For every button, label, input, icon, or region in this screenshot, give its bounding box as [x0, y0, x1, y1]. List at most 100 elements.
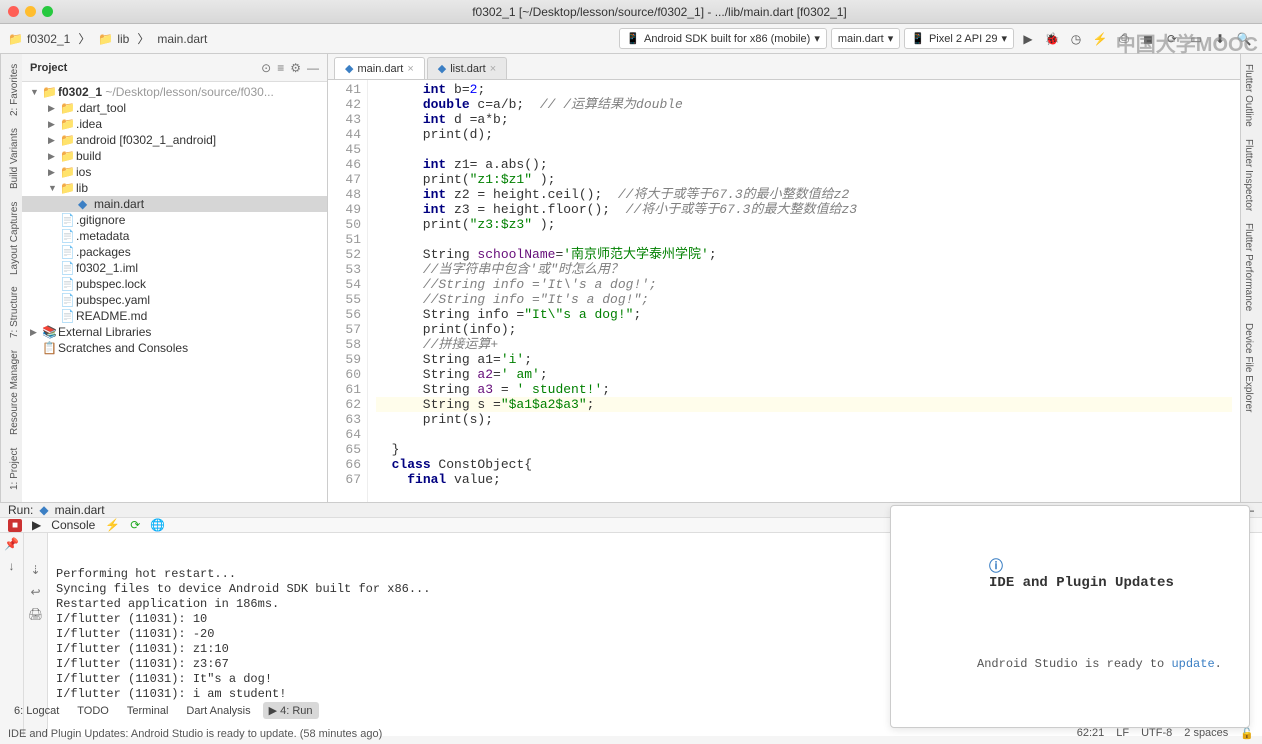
attach-button[interactable]: ⎙	[1114, 29, 1134, 49]
phone-icon: 📱	[626, 32, 640, 45]
breadcrumb-project: f0302_1	[27, 32, 70, 46]
update-notification: ⓘ IDE and Plugin Updates Android Studio …	[890, 505, 1250, 728]
wrap-icon[interactable]: ↩	[30, 585, 40, 599]
attach-icon[interactable]: 📌	[4, 537, 19, 551]
chevron-down-icon: ▾	[888, 32, 894, 45]
minimize-window-button[interactable]	[25, 6, 36, 17]
reload-icon[interactable]: ⟳	[130, 518, 140, 532]
stop-icon[interactable]: ■	[8, 519, 22, 532]
window-controls	[8, 6, 53, 17]
left-strip-layout[interactable]: Layout Captures	[1, 195, 22, 280]
tree-item[interactable]: ▶📁ios	[22, 164, 327, 180]
flash-icon[interactable]: ⚡	[105, 518, 120, 532]
tree-item[interactable]: 📄.gitignore	[22, 212, 327, 228]
notification-body: Android Studio is ready to update.	[905, 642, 1235, 687]
locate-icon[interactable]: ⊙	[261, 61, 271, 75]
project-panel-toolbar: ⊙ ≡ ⚙ —	[261, 61, 319, 75]
gear-icon[interactable]: ⚙	[290, 61, 301, 75]
project-tree[interactable]: ▼📁f0302_1 ~/Desktop/lesson/source/f030..…	[22, 82, 327, 358]
run-body: 📌 ↓ ⇣ ↩ 🖨 Performing hot restart...Synci…	[0, 533, 1262, 736]
project-panel-title[interactable]: Project	[30, 62, 67, 74]
nav-bar: 📁 f0302_1 〉 📁 lib 〉 main.dart 📱 Android …	[0, 24, 1262, 54]
breadcrumb-folder: lib	[117, 32, 129, 46]
left-strip-build[interactable]: Build Variants	[1, 122, 22, 195]
right-strip-performance[interactable]: Flutter Performance	[1241, 217, 1262, 317]
open-devtools-icon[interactable]: 🌐	[150, 518, 165, 532]
left-strip-resource[interactable]: Resource Manager	[1, 344, 22, 441]
device-selector[interactable]: 📱 Android SDK built for x86 (mobile) ▾	[619, 28, 827, 49]
tree-item[interactable]: 📄.packages	[22, 244, 327, 260]
left-strip-favorites[interactable]: 2: Favorites	[1, 58, 22, 122]
sync-button[interactable]: ⟳	[1162, 29, 1182, 49]
search-icon[interactable]: 🔍	[1234, 29, 1254, 49]
run-button[interactable]: ▶	[1018, 29, 1038, 49]
run-config-selector[interactable]: main.dart ▾	[831, 28, 900, 49]
project-icon: 📁	[8, 32, 23, 46]
run-label: Run:	[8, 503, 33, 517]
tree-item[interactable]: 📄pubspec.lock	[22, 276, 327, 292]
right-strip-outline[interactable]: Flutter Outline	[1241, 58, 1262, 133]
console-tab[interactable]: Console	[51, 518, 95, 532]
debug-button[interactable]: 🐞	[1042, 29, 1062, 49]
left-strip-project[interactable]: 1: Project	[1, 441, 22, 495]
folder-icon: 📁	[98, 32, 113, 46]
titlebar: f0302_1 [~/Desktop/lesson/source/f0302_1…	[0, 0, 1262, 24]
tree-root[interactable]: ▼📁f0302_1 ~/Desktop/lesson/source/f030..…	[22, 84, 327, 100]
tree-item[interactable]: 📄f0302_1.iml	[22, 260, 327, 276]
right-strip-inspector[interactable]: Flutter Inspector	[1241, 133, 1262, 217]
chevron-right-icon: 〉	[78, 30, 90, 47]
chevron-down-icon: ▾	[814, 32, 820, 45]
tree-item[interactable]: ▶📁.idea	[22, 116, 327, 132]
hide-icon[interactable]: —	[307, 61, 319, 75]
info-icon: ⓘ	[989, 560, 1003, 576]
dart-icon: ◆	[39, 503, 48, 517]
update-link[interactable]: update	[1171, 657, 1214, 671]
avd-button[interactable]: ▭	[1186, 29, 1206, 49]
main-area: 1: Project Resource Manager 7: Structure…	[0, 54, 1262, 502]
code-area[interactable]: 4142434445464748495051525354555657585960…	[328, 80, 1240, 502]
left-strip-structure[interactable]: 7: Structure	[1, 281, 22, 345]
chevron-down-icon: ▾	[1001, 32, 1007, 45]
tree-item[interactable]: 📄.metadata	[22, 228, 327, 244]
sdk-button[interactable]: ⬇	[1210, 29, 1230, 49]
tree-item[interactable]: ▼📁lib	[22, 180, 327, 196]
notification-title: ⓘ IDE and Plugin Updates	[905, 546, 1235, 606]
close-icon[interactable]: ×	[490, 63, 496, 75]
close-window-button[interactable]	[8, 6, 19, 17]
tree-item[interactable]: ▶📁build	[22, 148, 327, 164]
stop-button[interactable]: ◼	[1138, 29, 1158, 49]
window-title: f0302_1 [~/Desktop/lesson/source/f0302_1…	[65, 5, 1254, 19]
rerun-icon[interactable]: ▶	[32, 518, 41, 532]
maximize-window-button[interactable]	[42, 6, 53, 17]
right-strip-device-explorer[interactable]: Device File Explorer	[1241, 317, 1262, 418]
chevron-right-icon: 〉	[137, 30, 149, 47]
emulator-selector[interactable]: 📱 Pixel 2 API 29 ▾	[904, 28, 1014, 49]
editor-tabs: ◆main.dart×◆list.dart×	[328, 54, 1240, 80]
expand-icon[interactable]: ≡	[277, 61, 284, 75]
code-content[interactable]: int b=2; double c=a/b; // /运算结果为double i…	[368, 80, 1240, 502]
hot-reload-button[interactable]: ⚡	[1090, 29, 1110, 49]
tree-item[interactable]: 📄pubspec.yaml	[22, 292, 327, 308]
line-gutter: 4142434445464748495051525354555657585960…	[328, 80, 368, 502]
tree-item[interactable]: ▶📁.dart_tool	[22, 100, 327, 116]
editor-area: ◆main.dart×◆list.dart× 41424344454647484…	[328, 54, 1240, 502]
console-output[interactable]: Performing hot restart...Syncing files t…	[48, 533, 1262, 736]
tree-item[interactable]: ◆main.dart	[22, 196, 327, 212]
tree-item[interactable]: 📋Scratches and Consoles	[22, 340, 327, 356]
editor-tab[interactable]: ◆main.dart×	[334, 57, 425, 79]
run-panel: Run: ◆ main.dart ⚙ — ■ ▶ Console ⚡ ⟳ 🌐 📌…	[0, 502, 1262, 698]
breadcrumb[interactable]: 📁 f0302_1 〉 📁 lib 〉 main.dart	[8, 30, 207, 47]
scroll-icon[interactable]: ⇣	[30, 563, 40, 577]
tree-item[interactable]: ▶📚External Libraries	[22, 324, 327, 340]
tree-item[interactable]: ▶📁android [f0302_1_android]	[22, 132, 327, 148]
profile-button[interactable]: ◷	[1066, 29, 1086, 49]
project-panel: Project ⊙ ≡ ⚙ — ▼📁f0302_1 ~/Desktop/less…	[22, 54, 328, 502]
close-icon[interactable]: ×	[407, 63, 413, 75]
print-icon[interactable]: 🖨	[28, 607, 43, 621]
toolbar-right: 📱 Android SDK built for x86 (mobile) ▾ m…	[619, 28, 1254, 49]
editor-tab[interactable]: ◆list.dart×	[427, 57, 507, 79]
phone-icon: 📱	[911, 32, 925, 45]
tree-item[interactable]: 📄README.md	[22, 308, 327, 324]
breadcrumb-file: main.dart	[157, 32, 207, 46]
down-icon[interactable]: ↓	[9, 559, 15, 573]
